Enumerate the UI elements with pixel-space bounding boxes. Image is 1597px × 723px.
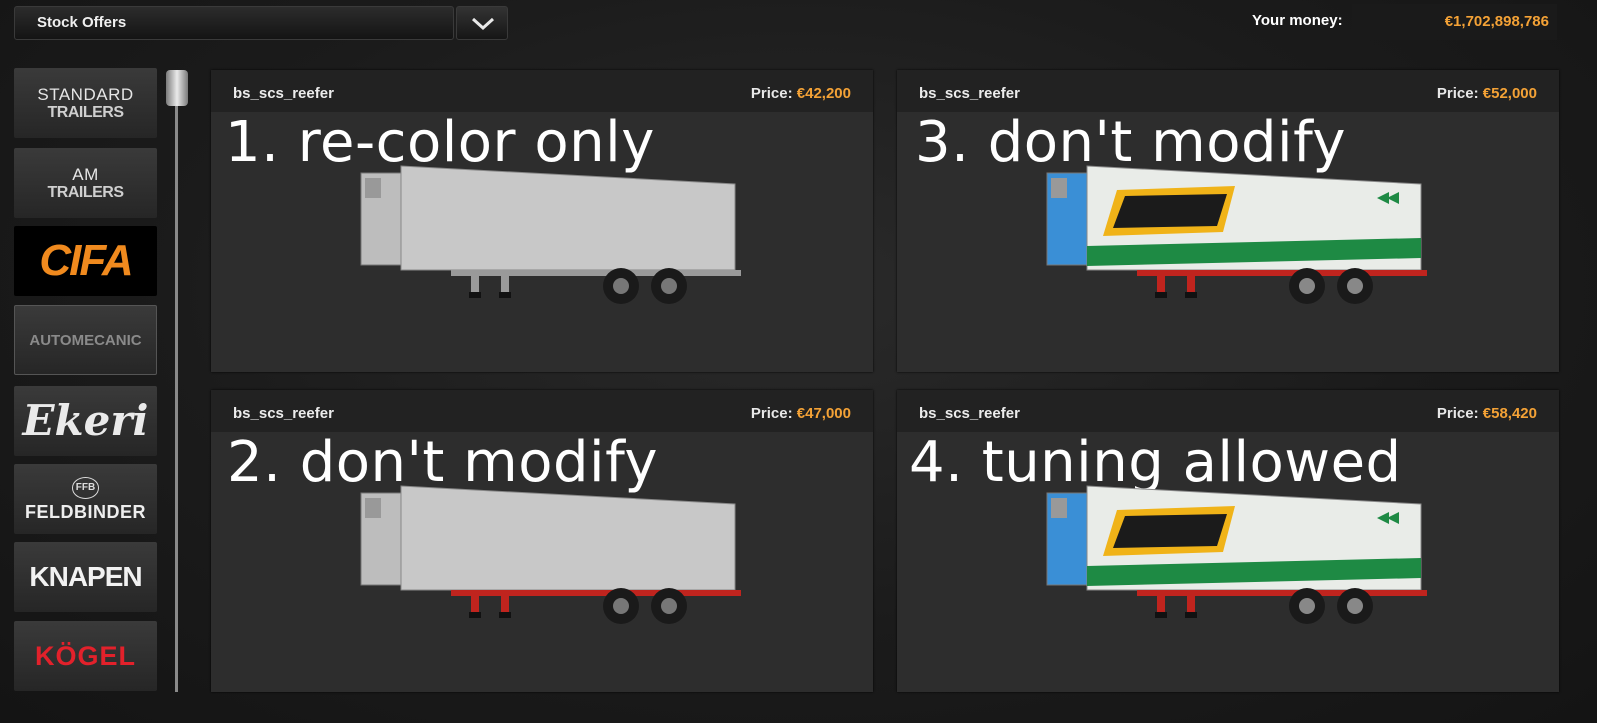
brand-logo-cifa: CIFA — [39, 236, 133, 285]
brand-kogel[interactable]: KÖGEL — [14, 621, 157, 691]
offer-price: Price: €52,000 — [1436, 85, 1537, 102]
trailer-image — [360, 485, 741, 624]
offer-name: bs_scs_reefer — [233, 405, 334, 422]
trailer-image — [1046, 165, 1427, 304]
offer-card-header: bs_scs_reefer Price: €42,200 — [211, 70, 873, 112]
brand-automecanic[interactable]: AUTOMECANIC — [14, 305, 157, 375]
brand-label-line1: AM — [72, 164, 99, 184]
offer-price: Price: €58,420 — [1436, 405, 1537, 422]
brand-cifa[interactable]: CIFA — [14, 226, 157, 296]
offer-price: Price: €47,000 — [750, 405, 851, 422]
brand-feldbinder[interactable]: FFB FELDBINDER — [14, 464, 157, 534]
offer-card[interactable]: bs_scs_reefer Price: €47,000 2. don't mo… — [211, 390, 873, 692]
brand-label-line2: TRAILERS — [47, 183, 125, 201]
brand-logo-ekeri: Ekeri — [22, 396, 149, 445]
dropdown-toggle-button[interactable] — [456, 6, 508, 40]
trailer-image — [1046, 485, 1427, 624]
feldbinder-ffb-icon: FFB — [71, 477, 100, 499]
brand-ekeri[interactable]: Ekeri — [14, 386, 157, 456]
offer-name: bs_scs_reefer — [919, 85, 1020, 102]
money-value: €1,702,898,786 — [1352, 4, 1557, 40]
offer-card-header: bs_scs_reefer Price: €58,420 — [897, 390, 1559, 432]
brand-am-trailers[interactable]: AM TRAILERS — [14, 148, 157, 218]
brand-logo-automecanic: AUTOMECANIC — [29, 331, 142, 349]
offer-card-header: bs_scs_reefer Price: €52,000 — [897, 70, 1559, 112]
offer-card-header: bs_scs_reefer Price: €47,000 — [211, 390, 873, 432]
brand-knapen[interactable]: KNAPEN — [14, 542, 157, 612]
money-label: Your money: — [1252, 12, 1343, 29]
offer-price: Price: €42,200 — [750, 85, 851, 102]
sidebar-scrollbar-thumb[interactable] — [166, 70, 188, 106]
brand-logo-feldbinder: FELDBINDER — [25, 502, 146, 522]
offer-card[interactable]: bs_scs_reefer Price: €52,000 3. don't mo… — [897, 70, 1559, 372]
sidebar-scrollbar-track[interactable] — [175, 72, 178, 692]
brand-logo-knapen: KNAPEN — [29, 561, 142, 592]
brand-logo-kogel: KÖGEL — [34, 640, 136, 671]
trailer-image — [360, 165, 741, 304]
offer-name: bs_scs_reefer — [919, 405, 1020, 422]
brand-label-line2: TRAILERS — [47, 103, 125, 121]
brand-standard-trailers[interactable]: STANDARD TRAILERS — [14, 68, 157, 138]
offer-card[interactable]: bs_scs_reefer Price: €58,420 4. tuning a… — [897, 390, 1559, 692]
offer-name: bs_scs_reefer — [233, 85, 334, 102]
chevron-down-icon — [471, 17, 495, 31]
dropdown-value: Stock Offers — [37, 14, 127, 31]
brand-label-line1: STANDARD — [37, 84, 134, 104]
offers-filter-dropdown[interactable]: Stock Offers — [14, 6, 454, 40]
offer-card[interactable]: bs_scs_reefer Price: €42,200 1. re-color… — [211, 70, 873, 372]
